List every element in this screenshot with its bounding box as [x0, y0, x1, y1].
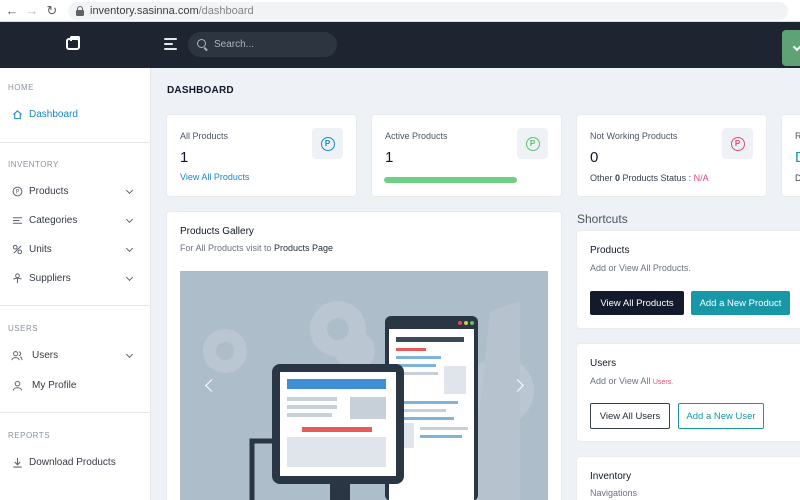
url-text: inventory.sasinna.com/dashboard	[90, 4, 254, 17]
stat-value: D	[795, 149, 800, 166]
stat-icon-box: P	[312, 128, 343, 159]
home-icon	[11, 108, 23, 120]
search-input[interactable]	[214, 39, 324, 50]
svg-text:P: P	[15, 188, 19, 195]
sidebar-item-label: My Profile	[32, 379, 77, 391]
chevron-down-icon	[125, 273, 134, 282]
shortcut-card-products: Products Add or View All Products. View …	[577, 231, 800, 328]
reload-icon[interactable]: ↻	[42, 1, 62, 21]
shortcuts-title: Shortcuts	[577, 212, 628, 226]
stat-label: Active Products	[385, 131, 448, 141]
stat-card-not-working-products: Not Working Products 0 Other 0 Products …	[577, 115, 766, 196]
add-new-product-button[interactable]: Add a New Product	[691, 291, 790, 315]
supplier-icon	[11, 272, 23, 284]
sidebar: HOME Dashboard INVENTORY P Products Cate…	[0, 68, 151, 500]
sidebar-item-label: Suppliers	[29, 272, 71, 284]
product-icon: P	[525, 136, 540, 151]
sidebar-item-label: Users	[32, 349, 59, 361]
search-box[interactable]	[188, 32, 337, 57]
shortcut-title: Products	[590, 245, 630, 256]
chevron-down-icon	[125, 350, 134, 359]
stat-value: 1	[385, 149, 394, 166]
products-gallery-card: Products Gallery For All Products visit …	[167, 212, 561, 500]
shortcut-subtitle: Add or View All Users.	[590, 376, 674, 386]
product-icon: P	[320, 136, 335, 151]
sidebar-heading-reports: REPORTS	[8, 431, 51, 440]
address-bar[interactable]: inventory.sasinna.com/dashboard	[68, 1, 788, 20]
stat-value: 0	[590, 149, 599, 166]
sidebar-item-my-profile[interactable]: My Profile	[0, 374, 151, 396]
stat-label: R	[795, 131, 800, 141]
chevron-down-icon	[125, 215, 134, 224]
gallery-title: Products Gallery	[180, 226, 254, 237]
shortcut-card-users: Users Add or View All Users. View All Us…	[577, 344, 800, 441]
page-title: DASHBOARD	[167, 85, 234, 96]
user-menu-button[interactable]	[782, 30, 800, 66]
product-icon: P	[730, 136, 745, 151]
stat-sub: Other 0 Products Status : N/A	[590, 173, 709, 183]
search-icon	[197, 39, 208, 50]
shortcut-title: Inventory	[590, 471, 632, 482]
sidebar-item-dashboard[interactable]: Dashboard	[0, 103, 151, 125]
add-new-user-button[interactable]: Add a New User	[678, 403, 764, 429]
profile-icon	[11, 379, 23, 391]
sidebar-heading-users: USERS	[8, 324, 39, 333]
sidebar-item-users[interactable]: Users	[0, 344, 151, 366]
status-value: N/A	[693, 173, 709, 183]
stat-label: All Products	[180, 131, 229, 141]
stat-card-active-products: Active Products 1 P	[372, 115, 561, 196]
shortcut-card-inventory: Inventory Navigations	[577, 457, 800, 500]
sidebar-heading-inventory: INVENTORY	[8, 160, 59, 169]
sidebar-item-categories[interactable]: Categories	[0, 209, 151, 231]
product-icon: P	[11, 185, 23, 197]
lock-icon	[76, 5, 84, 16]
users-icon	[11, 349, 23, 361]
stat-sub: D	[795, 173, 800, 183]
sidebar-item-label: Dashboard	[29, 108, 78, 120]
sidebar-item-label: Categories	[29, 214, 78, 226]
products-page-link[interactable]: Products Page	[274, 243, 333, 253]
view-all-products-link[interactable]: View All Products	[180, 172, 249, 182]
shortcut-title: Users	[590, 358, 617, 369]
download-icon	[11, 456, 23, 468]
forward-arrow-icon[interactable]: →	[22, 1, 42, 21]
sidebar-heading-home: HOME	[8, 83, 34, 92]
sidebar-item-suppliers[interactable]: Suppliers	[0, 267, 151, 289]
sidebar-item-label: Download Products	[29, 456, 116, 468]
chevron-down-icon	[125, 244, 134, 253]
gallery-subtitle: For All Products visit to Products Page	[180, 243, 334, 253]
app-header	[0, 22, 800, 68]
sidebar-item-units[interactable]: Units	[0, 238, 151, 260]
users-tag: Users.	[652, 379, 674, 386]
chevron-down-icon	[792, 42, 800, 52]
sidebar-item-label: Products	[29, 185, 69, 197]
stat-card-partial: R D D	[782, 115, 800, 196]
app-logo-icon[interactable]	[66, 36, 80, 50]
sidebar-item-label: Units	[29, 243, 52, 255]
shortcut-subtitle: Add or View All Products.	[590, 263, 691, 273]
sidebar-item-products[interactable]: P Products	[0, 180, 151, 202]
categories-icon	[11, 214, 23, 226]
stat-icon-box: P	[517, 128, 548, 159]
active-products-progress	[384, 177, 517, 183]
back-arrow-icon[interactable]: ←	[2, 1, 22, 21]
progress-fill	[384, 177, 517, 183]
shortcut-subtitle: Navigations	[590, 488, 638, 498]
stat-card-all-products: All Products 1 View All Products P	[167, 115, 356, 196]
view-all-products-button[interactable]: View All Products	[590, 291, 684, 315]
menu-toggle-icon[interactable]	[164, 38, 177, 50]
stat-label: Not Working Products	[590, 131, 678, 141]
view-all-users-button[interactable]: View All Users	[590, 403, 670, 429]
browser-toolbar: ← → ↻ inventory.sasinna.com/dashboard	[0, 0, 800, 22]
chevron-down-icon	[125, 186, 134, 195]
units-icon	[11, 243, 23, 255]
gallery-illustration	[180, 271, 548, 500]
sidebar-item-download-products[interactable]: Download Products	[0, 451, 151, 473]
stat-value: 1	[180, 149, 189, 166]
stat-icon-box: P	[722, 128, 753, 159]
gallery-image	[180, 271, 548, 500]
